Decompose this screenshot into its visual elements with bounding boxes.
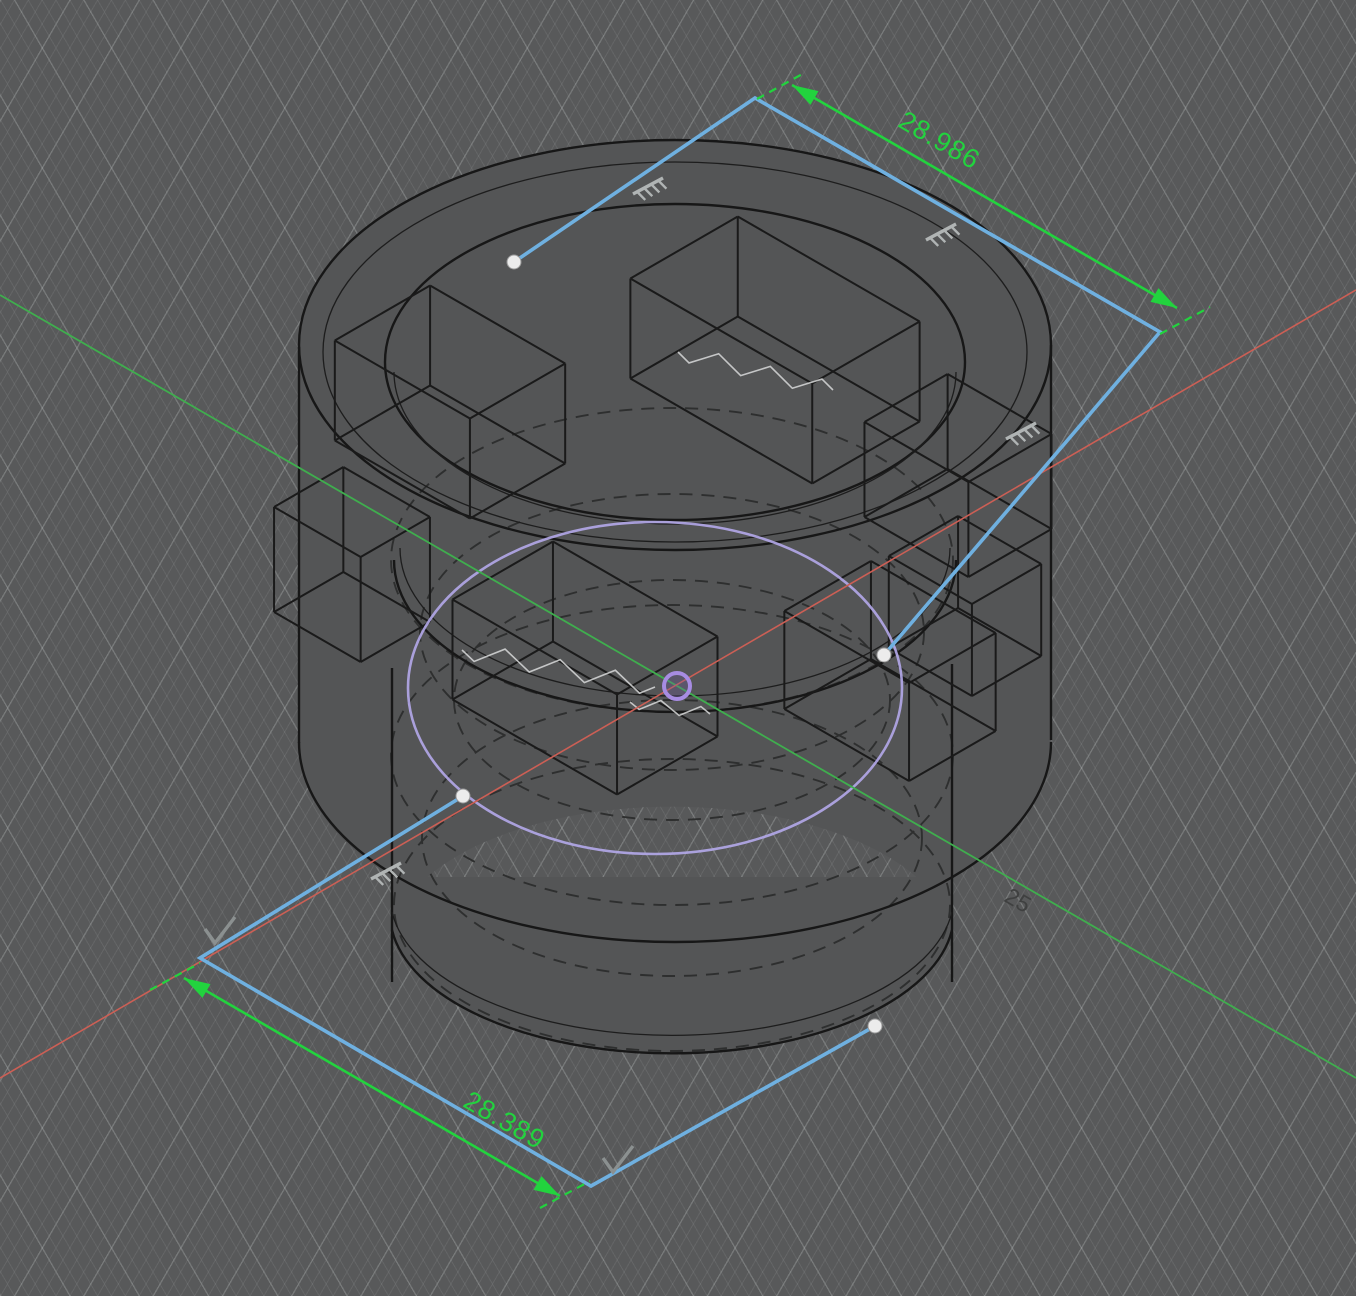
sketch-point[interactable]: [867, 1018, 883, 1034]
model-body[interactable]: [298, 140, 1051, 930]
origin-point[interactable]: [662, 671, 692, 701]
model-edge: [756, 71, 807, 100]
model-edge: [1159, 306, 1211, 335]
sketch-point[interactable]: [455, 788, 471, 804]
model-edge: [601, 1144, 635, 1175]
model-edge: [662, 671, 692, 701]
model-body-group: [298, 140, 1051, 1054]
dimension-value-top[interactable]: 28.986: [894, 105, 986, 175]
model-edge: [792, 85, 819, 105]
dimension-value-height[interactable]: 25: [1000, 882, 1035, 917]
sketch-point[interactable]: [876, 647, 892, 663]
model-canvas: 28.986 28.389 25: [0, 71, 1356, 1209]
sketch-point[interactable]: [506, 254, 522, 270]
model-edge: [375, 876, 385, 886]
model-edge: [1150, 288, 1177, 308]
model-edge: [184, 978, 211, 998]
check-constraint-icon[interactable]: [601, 1144, 635, 1175]
cad-viewport: 28.986 28.389 25: [0, 0, 1356, 1296]
model-edge: [533, 1176, 560, 1196]
